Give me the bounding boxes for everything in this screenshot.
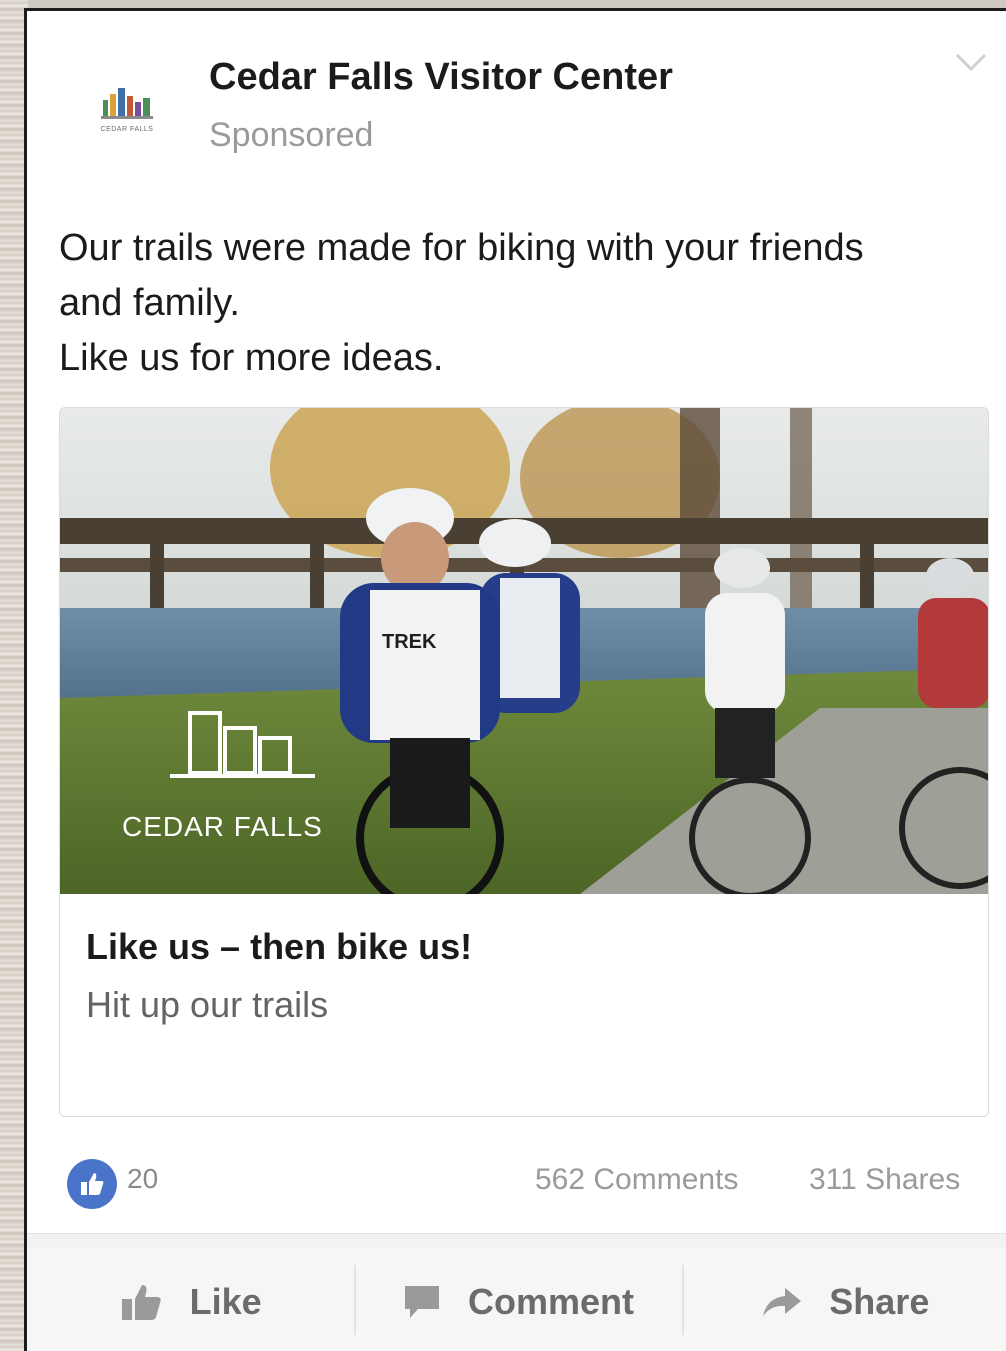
cyclists-photo: TREK CEDAR FALLS bbox=[60, 408, 988, 894]
speech-bubble-icon bbox=[404, 1286, 439, 1318]
jersey-text: TREK bbox=[382, 631, 437, 653]
post-action-bar: Like Comment Share bbox=[27, 1247, 1006, 1351]
actions-divider bbox=[27, 1233, 1006, 1248]
page-avatar[interactable]: CEDAR FALLS bbox=[71, 61, 183, 151]
post-text-line: Our trails were made for biking with you… bbox=[59, 227, 864, 269]
page-name-link[interactable]: Cedar Falls Visitor Center bbox=[209, 56, 673, 99]
share-button[interactable]: Share bbox=[681, 1247, 1006, 1351]
thumbs-up-icon bbox=[81, 1173, 104, 1195]
comments-count-link[interactable]: 562 Comments bbox=[535, 1163, 738, 1197]
post-text-line: Like us for more ideas. bbox=[59, 337, 444, 379]
shares-count-link[interactable]: 311 Shares bbox=[809, 1163, 960, 1197]
image-watermark-text: CEDAR FALLS bbox=[122, 811, 323, 842]
link-preview[interactable]: TREK CEDAR FALLS Like us – then bike us!… bbox=[59, 407, 989, 1117]
share-button-label: Share bbox=[829, 1281, 930, 1322]
chevron-down-icon bbox=[955, 53, 987, 72]
like-button-label: Like bbox=[189, 1281, 262, 1322]
post-menu-button[interactable] bbox=[949, 47, 993, 77]
comment-button[interactable]: Comment bbox=[354, 1247, 681, 1351]
post-text-line: and family. bbox=[59, 282, 240, 324]
like-button[interactable]: Like bbox=[27, 1247, 354, 1351]
comment-button-label: Comment bbox=[467, 1281, 634, 1322]
like-count[interactable]: 20 bbox=[127, 1163, 158, 1195]
share-arrow-icon bbox=[763, 1288, 802, 1316]
preview-image[interactable]: TREK CEDAR FALLS bbox=[60, 408, 988, 894]
preview-headline[interactable]: Like us – then bike us! bbox=[86, 926, 472, 968]
cedar-falls-logo-icon bbox=[101, 87, 153, 119]
like-reaction-badge[interactable] bbox=[67, 1159, 117, 1209]
thumbs-up-icon bbox=[121, 1285, 161, 1320]
post-message: Our trails were made for biking with you… bbox=[59, 221, 999, 386]
sponsored-post-card: CEDAR FALLS Cedar Falls Visitor Center S… bbox=[24, 8, 1006, 1351]
sponsored-label: Sponsored bbox=[209, 116, 374, 154]
preview-subtitle: Hit up our trails bbox=[86, 984, 329, 1025]
avatar-caption: CEDAR FALLS bbox=[100, 125, 154, 133]
